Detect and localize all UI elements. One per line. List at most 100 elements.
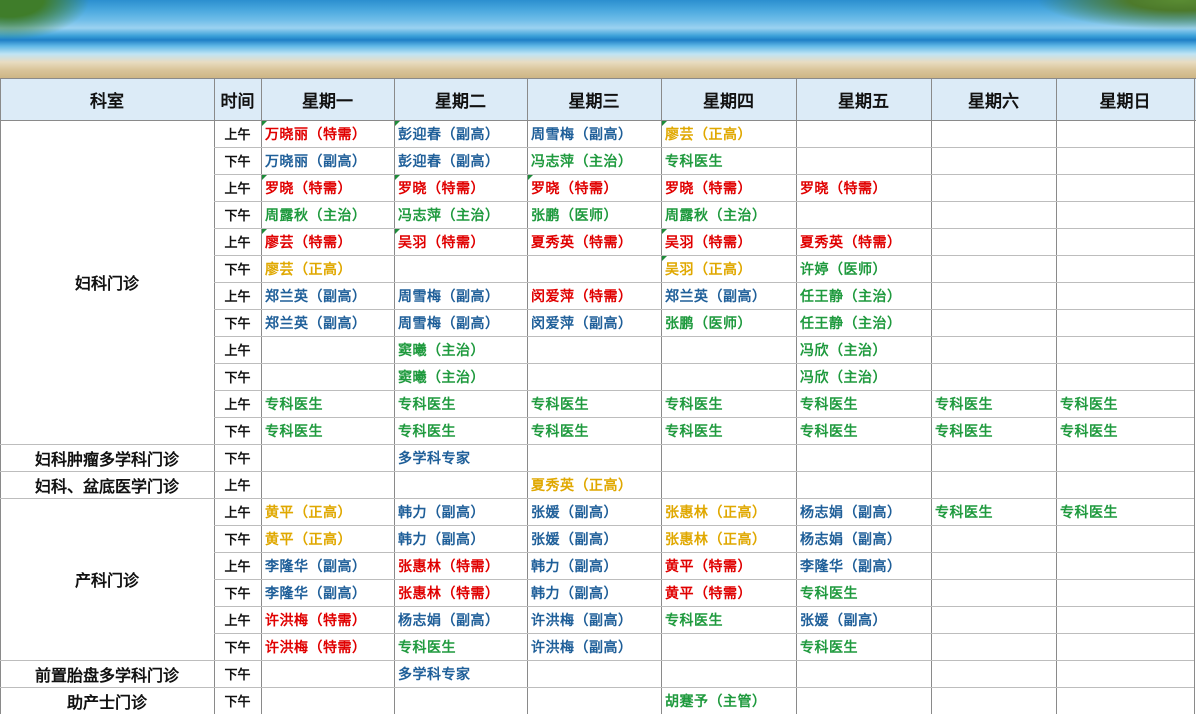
doctor-entry[interactable]: 专科医生 — [796, 579, 931, 606]
doctor-entry[interactable]: 杨志娟（副高） — [796, 525, 931, 552]
doctor-entry[interactable]: 胡蹇予（主管） — [661, 687, 796, 714]
doctor-entry[interactable]: 专科医生 — [796, 633, 931, 660]
beach-banner — [0, 0, 1196, 78]
doctor-entry[interactable]: 多学科专家 — [394, 444, 527, 471]
doctor-entry[interactable]: 周雪梅（副高） — [394, 282, 527, 309]
doctor-entry[interactable]: 李隆华（副高） — [261, 579, 394, 606]
doctor-entry[interactable]: 专科医生 — [661, 390, 796, 417]
doctor-entry[interactable]: 罗晓（特需） — [261, 174, 394, 201]
doctor-entry[interactable]: 张鹏（医师） — [661, 309, 796, 336]
doctor-entry[interactable]: 专科医生 — [1056, 417, 1194, 444]
cell-comment-marker — [395, 121, 400, 126]
doctor-entry[interactable]: 专科医生 — [796, 390, 931, 417]
doctor-entry[interactable]: 李隆华（副高） — [796, 552, 931, 579]
doctor-entry[interactable]: 专科医生 — [527, 417, 661, 444]
doctor-entry[interactable]: 专科医生 — [931, 390, 1056, 417]
doctor-entry[interactable]: 黄平（正高） — [261, 498, 394, 525]
cell-comment-marker — [662, 121, 667, 126]
doctor-entry[interactable]: 周雪梅（副高） — [527, 120, 661, 147]
doctor-entry[interactable]: 彭迎春（副高） — [394, 120, 527, 147]
doctor-entry[interactable]: 彭迎春（副高） — [394, 147, 527, 174]
doctor-entry[interactable]: 张媛（副高） — [527, 498, 661, 525]
doctor-entry[interactable]: 专科医生 — [261, 417, 394, 444]
doctor-entry[interactable]: 夏秀英（正高） — [527, 471, 661, 498]
doctor-entry[interactable]: 杨志娟（副高） — [796, 498, 931, 525]
doctor-entry[interactable]: 专科医生 — [394, 390, 527, 417]
doctor-entry[interactable]: 韩力（副高） — [527, 552, 661, 579]
doctor-entry[interactable]: 专科医生 — [261, 390, 394, 417]
doctor-entry[interactable]: 吴羽（特需） — [394, 228, 527, 255]
session-time: 下午 — [224, 263, 251, 278]
doctor-entry[interactable]: 专科医生 — [527, 390, 661, 417]
doctor-entry[interactable]: 郑兰英（副高） — [661, 282, 796, 309]
department-name: 妇科肿瘤多学科门诊 — [34, 449, 179, 469]
doctor-entry[interactable]: 郑兰英（副高） — [261, 282, 394, 309]
doctor-entry[interactable]: 廖芸（正高） — [661, 120, 796, 147]
doctor-entry[interactable]: 吴羽（特需） — [661, 228, 796, 255]
department-name: 前置胎盘多学科门诊 — [34, 665, 179, 685]
doctor-entry[interactable]: 冯欣（主治） — [796, 336, 931, 363]
doctor-entry[interactable]: 多学科专家 — [394, 660, 527, 687]
cell-comment-marker — [262, 229, 267, 234]
doctor-entry[interactable]: 郑兰英（副高） — [261, 309, 394, 336]
doctor-entry[interactable]: 任王静（主治） — [796, 309, 931, 336]
doctor-entry[interactable]: 许洪梅（特需） — [261, 633, 394, 660]
doctor-entry[interactable]: 冯欣（主治） — [796, 363, 931, 390]
doctor-entry[interactable]: 张媛（副高） — [527, 525, 661, 552]
doctor-entry[interactable]: 窦曦（主治） — [394, 336, 527, 363]
doctor-entry[interactable]: 专科医生 — [796, 417, 931, 444]
doctor-entry[interactable]: 张惠林（特需） — [394, 552, 527, 579]
session-time: 下午 — [224, 641, 251, 656]
cell-comment-marker — [262, 175, 267, 180]
doctor-entry[interactable]: 夏秀英（特需） — [796, 228, 931, 255]
session-time: 下午 — [224, 371, 251, 386]
doctor-entry[interactable]: 杨志娟（副高） — [394, 606, 527, 633]
doctor-entry[interactable]: 专科医生 — [1056, 390, 1194, 417]
doctor-entry[interactable]: 李隆华（副高） — [261, 552, 394, 579]
doctor-entry[interactable]: 专科医生 — [661, 147, 796, 174]
doctor-entry[interactable]: 韩力（副高） — [394, 525, 527, 552]
doctor-entry[interactable]: 韩力（副高） — [527, 579, 661, 606]
doctor-entry[interactable]: 廖芸（正高） — [261, 255, 394, 282]
doctor-entry[interactable]: 专科医生 — [661, 417, 796, 444]
doctor-entry[interactable]: 窦曦（主治） — [394, 363, 527, 390]
doctor-entry[interactable]: 张惠林（正高） — [661, 498, 796, 525]
doctor-entry[interactable]: 罗晓（特需） — [796, 174, 931, 201]
doctor-entry[interactable]: 韩力（副高） — [394, 498, 527, 525]
doctor-entry[interactable]: 专科医生 — [931, 417, 1056, 444]
doctor-entry[interactable]: 罗晓（特需） — [661, 174, 796, 201]
doctor-entry[interactable]: 专科医生 — [394, 417, 527, 444]
doctor-entry[interactable]: 张惠林（特需） — [394, 579, 527, 606]
doctor-entry[interactable]: 张媛（副高） — [796, 606, 931, 633]
doctor-entry[interactable]: 万晓丽（特需） — [261, 120, 394, 147]
doctor-entry[interactable]: 黄平（特需） — [661, 579, 796, 606]
doctor-entry[interactable]: 万晓丽（副高） — [261, 147, 394, 174]
doctor-entry[interactable]: 夏秀英（特需） — [527, 228, 661, 255]
doctor-entry[interactable]: 任王静（主治） — [796, 282, 931, 309]
session-time: 上午 — [224, 506, 251, 521]
doctor-entry[interactable]: 许婷（医师） — [796, 255, 931, 282]
doctor-entry[interactable]: 周雪梅（副高） — [394, 309, 527, 336]
doctor-entry[interactable]: 专科医生 — [661, 606, 796, 633]
doctor-entry[interactable]: 冯志萍（主治） — [527, 147, 661, 174]
doctor-entry[interactable]: 廖芸（特需） — [261, 228, 394, 255]
doctor-entry[interactable]: 闵爱萍（特需） — [527, 282, 661, 309]
doctor-entry[interactable]: 冯志萍（主治） — [394, 201, 527, 228]
doctor-entry[interactable]: 专科医生 — [394, 633, 527, 660]
doctor-entry[interactable]: 罗晓（特需） — [527, 174, 661, 201]
doctor-entry[interactable]: 罗晓（特需） — [394, 174, 527, 201]
doctor-entry[interactable]: 许洪梅（特需） — [261, 606, 394, 633]
doctor-entry[interactable]: 周露秋（主治） — [661, 201, 796, 228]
doctor-entry[interactable]: 黄平（特需） — [661, 552, 796, 579]
doctor-entry[interactable]: 黄平（正高） — [261, 525, 394, 552]
doctor-entry[interactable]: 吴羽（正高） — [661, 255, 796, 282]
doctor-entry[interactable]: 张惠林（正高） — [661, 525, 796, 552]
doctor-entry[interactable]: 闵爱萍（副高） — [527, 309, 661, 336]
doctor-entry[interactable]: 周露秋（主治） — [261, 201, 394, 228]
doctor-entry[interactable]: 张鹏（医师） — [527, 201, 661, 228]
doctor-entry[interactable]: 专科医生 — [931, 498, 1056, 525]
cell-comment-marker — [395, 229, 400, 234]
doctor-entry[interactable]: 专科医生 — [1056, 498, 1194, 525]
doctor-entry[interactable]: 许洪梅（副高） — [527, 633, 661, 660]
doctor-entry[interactable]: 许洪梅（副高） — [527, 606, 661, 633]
